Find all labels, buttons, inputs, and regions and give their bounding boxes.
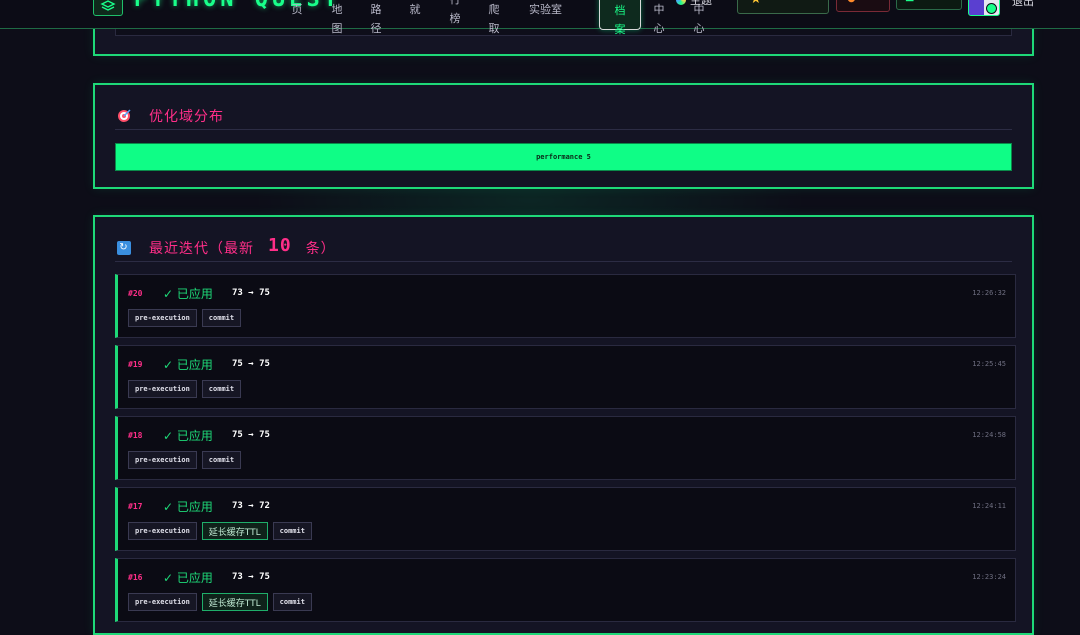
iteration-tag[interactable]: pre-execution [128, 380, 197, 398]
recent-count: 10 [268, 235, 292, 256]
iteration-tag[interactable]: commit [201, 309, 242, 327]
iteration-timestamp: 12:25:45 [972, 360, 1006, 368]
nav-item-leaderboard[interactable]: 行榜 [448, 0, 462, 28]
nav-item-center-a[interactable]: 中心 [652, 0, 666, 38]
iteration-tag[interactable]: pre-execution [128, 309, 197, 327]
nav-item-lab[interactable]: 实验室 [529, 0, 562, 19]
iteration-status: ✓ 已应用 [163, 358, 213, 372]
iteration-tag[interactable]: pre-execution [128, 522, 197, 540]
iteration-card[interactable]: #17 ✓ 已应用 73 → 72 12:24:11 pre-execution 延长缓存… [115, 487, 1016, 551]
iteration-tags: pre-execution 延长缓存TTL commit [128, 593, 312, 611]
star-icon: ★ [750, 0, 762, 7]
iteration-card[interactable]: #16 ✓ 已应用 73 → 75 12:23:24 pre-execution 延长缓存… [115, 558, 1016, 622]
palette-icon [676, 0, 686, 5]
iteration-tag[interactable]: commit [201, 380, 242, 398]
iteration-tags: pre-execution 延长缓存TTL commit [128, 522, 312, 540]
recent-panel-title-prefix: 最近迭代（最新 [149, 240, 254, 257]
recent-iterations-panel: ↻ 最近迭代（最新 10 条） #20 ✓ 已应用 73 → 75 12:26:32 p… [93, 215, 1034, 635]
domain-distribution-panel: 优化域分布 performance 5 [93, 83, 1034, 189]
nav-item-home[interactable]: 页 [290, 0, 304, 19]
domain-panel-title: 优化域分布 [149, 109, 224, 125]
app-logo-text[interactable]: PYTHON QUEST [134, 0, 341, 12]
iteration-score-change: 73 → 72 [232, 501, 270, 511]
iteration-score-change: 73 → 75 [232, 572, 270, 582]
iteration-score-change: 73 → 75 [232, 288, 270, 298]
iteration-score-change: 75 → 75 [232, 430, 270, 440]
iteration-tag[interactable]: commit [272, 522, 312, 540]
iteration-tag[interactable]: commit [201, 451, 242, 469]
iteration-status: ✓ 已应用 [163, 500, 213, 514]
iteration-card[interactable]: #19 ✓ 已应用 75 → 75 12:25:45 pre-execution comm… [115, 345, 1016, 409]
iteration-timestamp: 12:24:11 [972, 502, 1006, 510]
iteration-id: #16 [128, 573, 143, 582]
online-status-dot [986, 3, 997, 14]
iteration-tag[interactable]: 延长缓存TTL [201, 593, 268, 611]
avatar[interactable] [968, 0, 1000, 16]
streak-badge[interactable]: ● [836, 0, 890, 12]
iteration-id: #19 [128, 360, 143, 369]
iteration-tag[interactable]: pre-execution [128, 451, 197, 469]
recent-panel-header: ↻ 最近迭代（最新 10 条） [117, 235, 336, 258]
iteration-tag[interactable]: commit [272, 593, 312, 611]
iteration-tag[interactable]: 延长缓存TTL [201, 522, 268, 540]
nav-item-archive-active[interactable]: 档案 [599, 0, 641, 36]
performance-bar-label: performance 5 [536, 153, 591, 161]
theme-button[interactable]: 主题 [676, 0, 712, 8]
refresh-icon: ↻ [117, 240, 131, 255]
iteration-id: #18 [128, 431, 143, 440]
domain-panel-header: 优化域分布 [117, 106, 224, 126]
logo-icon[interactable] [93, 0, 123, 16]
iteration-id: #20 [128, 289, 143, 298]
target-icon [117, 109, 131, 123]
iteration-status: ✓ 已应用 [163, 287, 213, 301]
iteration-timestamp: 12:24:58 [972, 431, 1006, 439]
domain-panel-divider [115, 129, 1012, 130]
nav-item-map[interactable]: 地图 [330, 0, 344, 38]
iteration-tag[interactable]: pre-execution [128, 593, 197, 611]
sync-icon: ■ [905, 0, 914, 3]
iteration-timestamp: 12:23:24 [972, 573, 1006, 581]
logout-button[interactable]: 退出 [1012, 0, 1034, 9]
nav-item-archive-label: 档案 [614, 4, 626, 36]
iteration-status: ✓ 已应用 [163, 571, 213, 585]
coin-badge[interactable]: ★ [737, 0, 829, 14]
nav-item-crawl[interactable]: 爬取 [487, 0, 501, 38]
recent-panel-title-suffix: 条） [305, 240, 336, 257]
iteration-card[interactable]: #20 ✓ 已应用 73 → 75 12:26:32 pre-execution comm… [115, 274, 1016, 338]
sync-badge[interactable]: ■ [896, 0, 962, 10]
iteration-score-change: 75 → 75 [232, 359, 270, 369]
nav-item-path[interactable]: 路径 [369, 0, 383, 38]
nav-item-achievements[interactable]: 就 [408, 0, 422, 19]
recent-panel-divider [115, 261, 1012, 262]
top-navbar: PYTHON QUEST 页 地图 路径 就 行榜 爬取 实验室 档案 中心 中… [0, 0, 1080, 36]
iteration-tags: pre-execution commit [128, 451, 242, 469]
iteration-tags: pre-execution commit [128, 309, 242, 327]
iteration-status: ✓ 已应用 [163, 429, 213, 443]
iteration-tags: pre-execution commit [128, 380, 242, 398]
flame-icon: ● [847, 0, 856, 4]
iteration-id: #17 [128, 502, 143, 511]
performance-domain-bar[interactable]: performance 5 [115, 143, 1012, 171]
iteration-timestamp: 12:26:32 [972, 289, 1006, 297]
theme-label: 主题 [690, 0, 712, 7]
iteration-card[interactable]: #18 ✓ 已应用 75 → 75 12:24:58 pre-execution comm… [115, 416, 1016, 480]
